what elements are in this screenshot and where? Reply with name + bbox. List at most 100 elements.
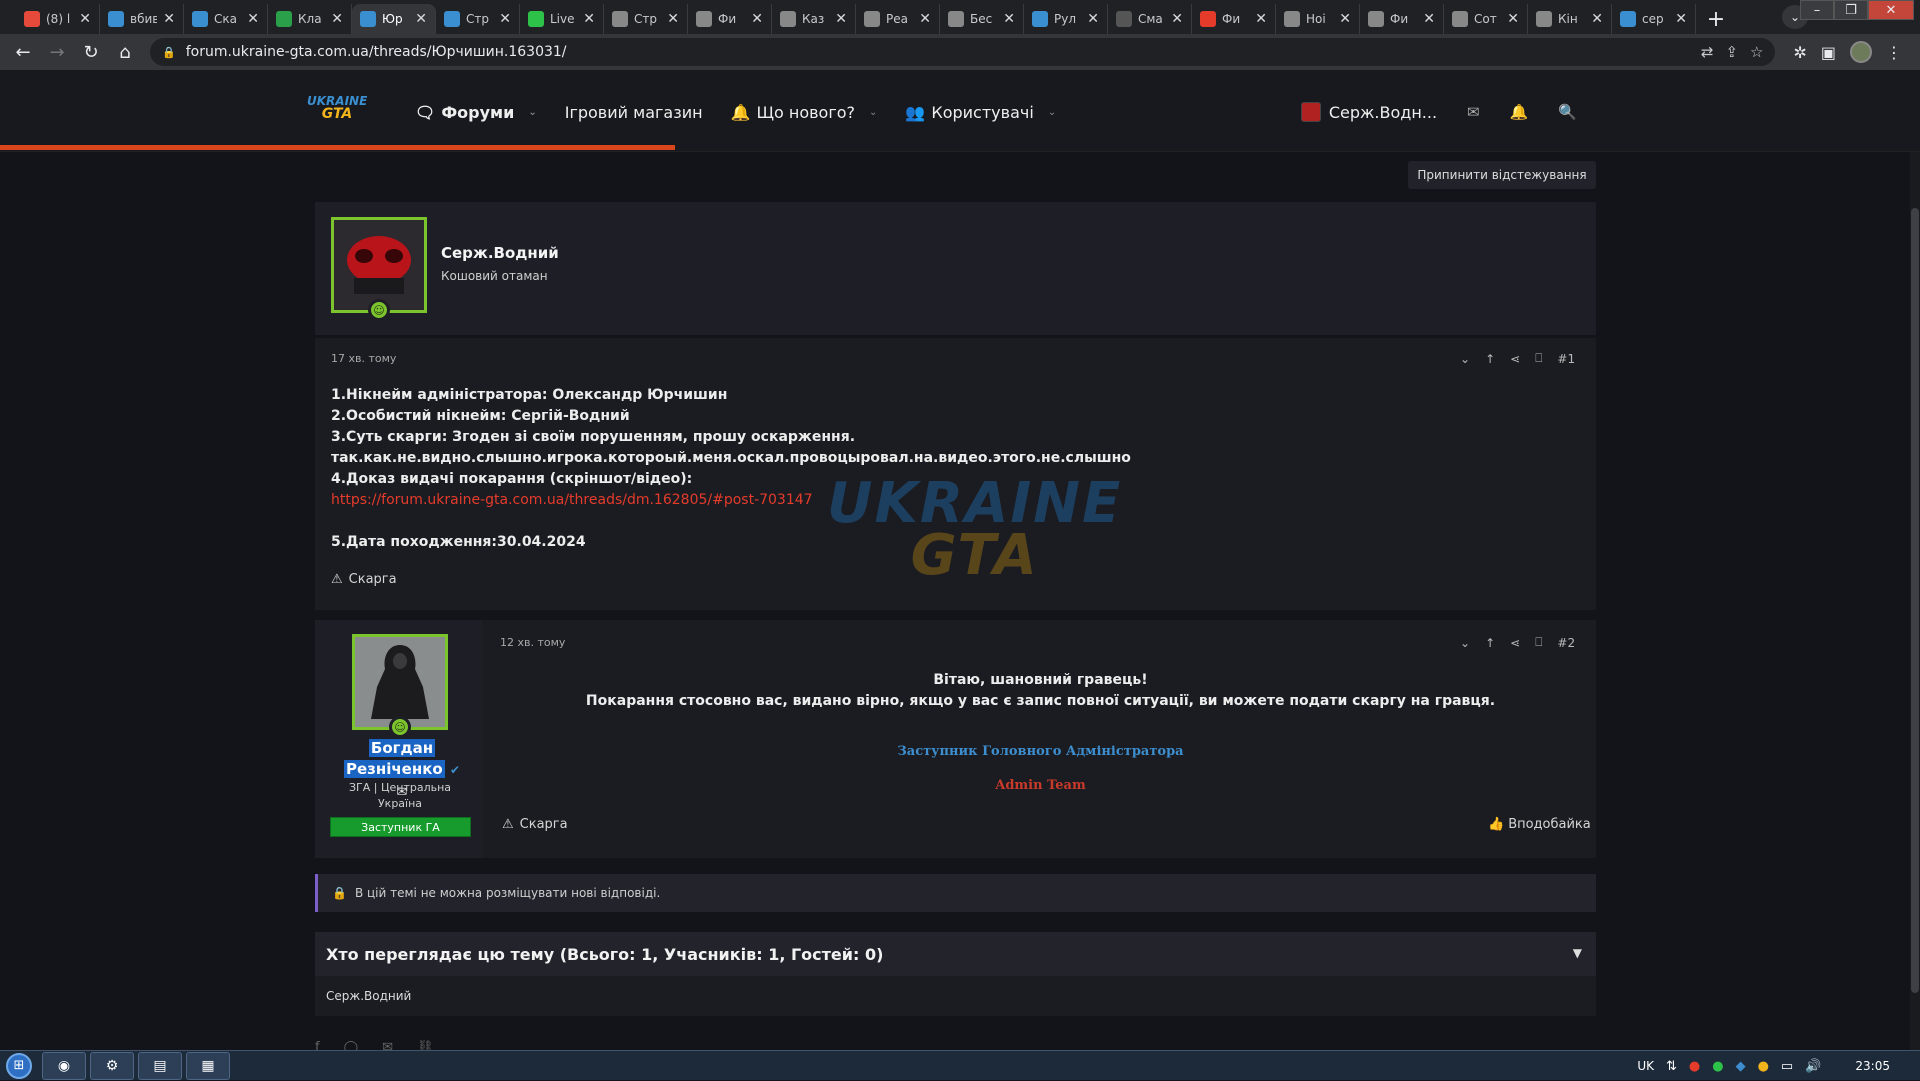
tray-app-icon[interactable]: ◆ <box>1736 1059 1746 1074</box>
browser-tab[interactable]: Кла ✕ <box>268 4 352 34</box>
browser-tab[interactable]: сер ✕ <box>1612 4 1696 34</box>
tab-close-icon[interactable]: ✕ <box>751 11 763 27</box>
browser-tab[interactable]: Бес ✕ <box>940 4 1024 34</box>
upvote-icon[interactable]: ↑ <box>1485 636 1495 650</box>
tab-close-icon[interactable]: ✕ <box>1003 11 1015 27</box>
lock-icon[interactable]: 🔒 <box>162 46 176 59</box>
browser-tab[interactable]: Ноі ✕ <box>1276 4 1360 34</box>
restore-icon[interactable]: ❐ <box>1834 0 1868 20</box>
tab-close-icon[interactable]: ✕ <box>79 11 91 27</box>
new-tab-icon[interactable]: + <box>1700 4 1732 34</box>
tab-close-icon[interactable]: ✕ <box>1087 11 1099 27</box>
mail-icon[interactable]: ✉ <box>1467 103 1480 121</box>
chevron-down-icon[interactable]: ⌄ <box>1048 107 1056 118</box>
address-bar[interactable]: 🔒 forum.ukraine-gta.com.ua/threads/Юрчиш… <box>150 38 1776 66</box>
tab-close-icon[interactable]: ✕ <box>1507 11 1519 27</box>
browser-tab[interactable]: Сот ✕ <box>1444 4 1528 34</box>
browser-tab[interactable]: (8) l ✕ <box>16 4 100 34</box>
reload-icon[interactable]: ↻ <box>76 37 106 67</box>
volume-icon[interactable]: 🔊 <box>1805 1059 1821 1074</box>
post-number[interactable]: #2 <box>1557 636 1575 650</box>
tab-close-icon[interactable]: ✕ <box>499 11 511 27</box>
game-taskbar-icon[interactable]: ▦ <box>186 1051 230 1080</box>
share-icon[interactable]: ⇪ <box>1725 43 1738 61</box>
chevron-down-icon[interactable]: ⌄ <box>869 107 877 118</box>
tab-close-icon[interactable]: ✕ <box>247 11 259 27</box>
nav-whats-new[interactable]: 🔔 Що нового? ⌄ <box>731 103 878 122</box>
chrome-taskbar-icon[interactable]: ◉ <box>42 1051 86 1080</box>
nav-shop[interactable]: Ігровий магазин <box>565 103 703 122</box>
browser-tab[interactable]: Фи ✕ <box>1360 4 1444 34</box>
search-icon[interactable]: 🔍 <box>1558 103 1577 121</box>
account-menu[interactable]: Серж.Водн... <box>1300 102 1437 122</box>
share-icon[interactable]: ⋖ <box>1510 352 1520 366</box>
clock[interactable]: 23:05 <box>1855 1059 1890 1073</box>
viewer-name[interactable]: Серж.Водний <box>326 989 411 1003</box>
reaction-icon[interactable]: ⌄ <box>1460 636 1470 650</box>
tab-close-icon[interactable]: ✕ <box>163 11 175 27</box>
display-icon[interactable]: ▭ <box>1781 1059 1793 1074</box>
tab-close-icon[interactable]: ✕ <box>415 11 427 27</box>
tab-close-icon[interactable]: ✕ <box>667 11 679 27</box>
viewers-header[interactable]: Хто переглядає цю тему (Всього: 1, Учасн… <box>315 932 1596 976</box>
post-number[interactable]: #1 <box>1557 352 1575 366</box>
back-icon[interactable]: ← <box>8 37 38 67</box>
browser-tab[interactable]: Ска ✕ <box>184 4 268 34</box>
reaction-icon[interactable]: ⌄ <box>1460 352 1470 366</box>
home-icon[interactable]: ⌂ <box>110 37 140 67</box>
tab-close-icon[interactable]: ✕ <box>583 11 595 27</box>
chrome-tray-icon[interactable]: ● <box>1758 1059 1769 1074</box>
tab-close-icon[interactable]: ✕ <box>1675 11 1687 27</box>
tab-close-icon[interactable]: ✕ <box>1171 11 1183 27</box>
browser-tab[interactable]: Live ✕ <box>520 4 604 34</box>
tab-close-icon[interactable]: ✕ <box>1591 11 1603 27</box>
browser-tab[interactable]: Юр ✕ <box>352 4 436 34</box>
nav-users[interactable]: 👥 Користувачі ⌄ <box>905 103 1056 122</box>
nav-forums[interactable]: 🗨 Форуми ⌄ <box>415 103 537 122</box>
post-2-time[interactable]: 12 хв. тому <box>500 636 565 649</box>
notifications-bell-icon[interactable]: 🔔 <box>1510 103 1529 121</box>
tab-close-icon[interactable]: ✕ <box>835 11 847 27</box>
app-taskbar-icon[interactable]: ⚙ <box>90 1051 134 1080</box>
tab-close-icon[interactable]: ✕ <box>1423 11 1435 27</box>
explorer-taskbar-icon[interactable]: ▤ <box>138 1051 182 1080</box>
browser-tab[interactable]: Рул ✕ <box>1024 4 1108 34</box>
caret-down-icon[interactable]: ▼ <box>1573 946 1582 960</box>
network-icon[interactable]: ⇅ <box>1666 1059 1677 1074</box>
browser-tab[interactable]: Фи ✕ <box>1192 4 1276 34</box>
forward-icon[interactable]: → <box>42 37 72 67</box>
post-1-time[interactable]: 17 хв. тому <box>331 352 396 365</box>
opera-icon[interactable]: ● <box>1689 1059 1700 1074</box>
post-1-author-name[interactable]: Серж.Водний <box>441 244 559 262</box>
extensions-icon[interactable]: ✲ <box>1793 43 1806 62</box>
browser-tab[interactable]: Кін ✕ <box>1528 4 1612 34</box>
profile-avatar[interactable] <box>1850 41 1872 63</box>
browser-tab[interactable]: Сма ✕ <box>1108 4 1192 34</box>
browser-tab[interactable]: Каз ✕ <box>772 4 856 34</box>
start-button[interactable]: ⊞ <box>0 1051 38 1081</box>
like-button[interactable]: 👍 Вподобайка <box>1488 817 1591 832</box>
evidence-link[interactable]: https://forum.ukraine-gta.com.ua/threads… <box>331 490 1131 511</box>
menu-dots-icon[interactable]: ⋮ <box>1886 43 1902 62</box>
close-window-icon[interactable]: ✕ <box>1868 0 1914 20</box>
post-2-report-link[interactable]: ⚠ Скарга <box>502 817 568 832</box>
scrollbar-thumb[interactable] <box>1911 208 1919 993</box>
browser-tab[interactable]: Реа ✕ <box>856 4 940 34</box>
browser-tab[interactable]: Стр ✕ <box>436 4 520 34</box>
bookmark-star-icon[interactable]: ☆ <box>1750 43 1763 61</box>
bookmark-icon[interactable]: ⎕ <box>1535 351 1542 366</box>
post-1-report-link[interactable]: ⚠ Скарга <box>331 572 397 587</box>
translate-icon[interactable]: ⇄ <box>1701 43 1714 61</box>
browser-tab[interactable]: Фи ✕ <box>688 4 772 34</box>
bookmark-icon[interactable]: ⎕ <box>1535 635 1542 650</box>
tab-close-icon[interactable]: ✕ <box>1255 11 1267 27</box>
status-green-icon[interactable]: ● <box>1712 1059 1723 1074</box>
unwatch-button[interactable]: Припинити відстежування <box>1408 161 1596 189</box>
browser-tab[interactable]: вбив ✕ <box>100 4 184 34</box>
share-icon[interactable]: ⋖ <box>1510 636 1520 650</box>
chevron-down-icon[interactable]: ⌄ <box>528 107 536 118</box>
minimize-icon[interactable]: – <box>1800 0 1834 20</box>
site-logo[interactable]: UKRAINE GTA <box>307 95 367 129</box>
upvote-icon[interactable]: ↑ <box>1485 352 1495 366</box>
page-scrollbar[interactable] <box>1910 152 1920 1052</box>
